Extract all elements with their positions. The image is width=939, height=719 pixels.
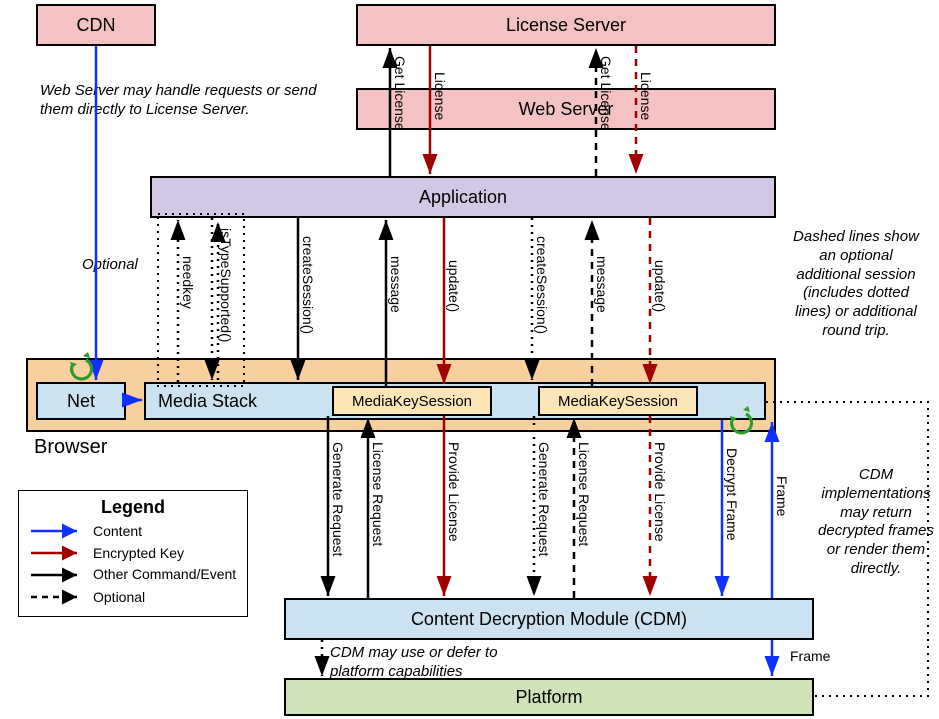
generate-request-2-label: Generate Request xyxy=(536,442,552,556)
mks2-label: MediaKeySession xyxy=(558,393,678,410)
provide-license-2-label: Provide License xyxy=(652,442,668,542)
net-label: Net xyxy=(67,391,95,412)
legend-box: Legend Content Encrypted Key Other Comma… xyxy=(18,490,248,617)
license-server-box: License Server xyxy=(356,4,776,46)
web-server-note: Web Server may handle requests or send t… xyxy=(40,82,340,120)
platform-box: Platform xyxy=(284,678,814,716)
decrypt-frame-label: Decrypt Frame xyxy=(724,448,740,541)
get-license-1-label: Get License xyxy=(392,56,408,131)
license-request-2-label: License Request xyxy=(576,442,592,546)
cdm-label: Content Decryption Module (CDM) xyxy=(411,609,687,630)
license-1-label: License xyxy=(432,72,448,120)
web-server-box: Web Server xyxy=(356,88,776,130)
provide-license-1-label: Provide License xyxy=(446,442,462,542)
mks1-label: MediaKeySession xyxy=(352,393,472,410)
frame-up-label: Frame xyxy=(774,476,790,516)
media-key-session-1: MediaKeySession xyxy=(332,386,492,416)
license-request-1-label: License Request xyxy=(370,442,386,546)
cdn-label: CDN xyxy=(77,15,116,36)
createsession-1-label: createSession() xyxy=(300,236,316,334)
platform-label: Platform xyxy=(515,687,582,708)
get-license-2-label: Get License xyxy=(598,56,614,131)
license-2-label: License xyxy=(638,72,654,120)
media-stack-label: Media Stack xyxy=(158,391,257,412)
cdn-box: CDN xyxy=(36,4,156,46)
legend-row-encrypted-key: Encrypted Key xyxy=(29,544,237,562)
browser-label: Browser xyxy=(34,436,107,459)
dashed-note: Dashed lines show an optional additional… xyxy=(786,228,926,341)
createsession-2-label: createSession() xyxy=(534,236,550,334)
update-2-label: update() xyxy=(652,260,668,312)
application-box: Application xyxy=(150,176,776,218)
cdm-impl-note: CDM implementations may return decrypted… xyxy=(816,466,936,579)
net-box: Net xyxy=(36,382,126,420)
legend-title: Legend xyxy=(29,497,237,518)
legend-content-label: Content xyxy=(93,523,142,539)
application-label: Application xyxy=(419,187,507,208)
legend-row-content: Content xyxy=(29,522,237,540)
legend-row-other: Other Command/Event xyxy=(29,566,237,584)
message-1-label: message xyxy=(388,256,404,313)
media-key-session-2: MediaKeySession xyxy=(538,386,698,416)
update-1-label: update() xyxy=(446,260,462,312)
license-server-label: License Server xyxy=(506,15,626,36)
cdm-box: Content Decryption Module (CDM) xyxy=(284,598,814,640)
legend-optional-label: Optional xyxy=(93,589,145,605)
cdm-defer-note: CDM may use or defer to platform capabil… xyxy=(330,644,510,682)
generate-request-1-label: Generate Request xyxy=(330,442,346,556)
message-2-label: message xyxy=(594,256,610,313)
legend-row-optional: Optional xyxy=(29,588,237,606)
frame-down-label: Frame xyxy=(790,648,830,664)
istypesupported-label: isTypeSupported() xyxy=(218,228,234,342)
needkey-label: needkey xyxy=(180,256,196,309)
legend-other-label: Other Command/Event xyxy=(93,567,236,582)
legend-encrypted-key-label: Encrypted Key xyxy=(93,545,184,561)
optional-note: Optional xyxy=(82,256,138,275)
